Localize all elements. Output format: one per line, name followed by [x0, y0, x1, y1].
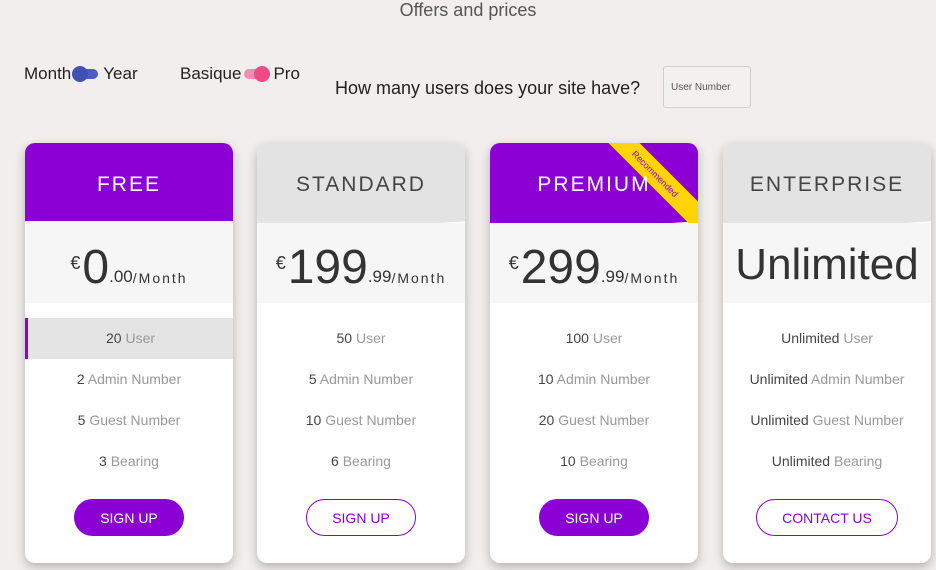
feature-label: Admin Number [87, 371, 182, 387]
price-decimal: .99 [600, 267, 625, 286]
price-period: /Month [132, 270, 188, 286]
feature-bearing: Unlimited Bearing [723, 441, 931, 482]
feature-label: Bearing [110, 453, 159, 469]
switch-knob[interactable] [254, 66, 271, 82]
feature-value: Unlimited [771, 453, 831, 469]
feature-label: Guest Number [89, 412, 181, 428]
sign-up-button[interactable]: SIGN UP [306, 499, 416, 536]
switch-knob[interactable] [72, 66, 89, 82]
currency-symbol: € [275, 253, 286, 273]
feature-label: Guest Number [812, 412, 904, 428]
plan-card-standard: STANDARD € 199 .99 /Month 50 User 5 Admi… [257, 143, 465, 563]
price-period: /Month [391, 270, 447, 286]
price-integer: 0 [82, 241, 110, 294]
page-title: Offers and prices [399, 0, 537, 20]
feature-value: 10 [537, 371, 554, 387]
price-decimal: .99 [367, 267, 392, 286]
plan-type-switch[interactable] [242, 64, 272, 84]
feature-label: Guest Number [558, 412, 650, 428]
billing-year-label: Year [103, 64, 138, 83]
feature-label: User [355, 330, 386, 346]
feature-label: Admin Number [556, 371, 651, 387]
feature-guests: 10 Guest Number [257, 400, 465, 441]
feature-label: User [125, 330, 156, 346]
feature-guests: 20 Guest Number [490, 400, 698, 441]
feature-admins: 5 Admin Number [257, 359, 465, 400]
price-integer: 199 [287, 241, 368, 294]
price: Unlimited [723, 235, 931, 295]
feature-users: 20 User [25, 318, 233, 359]
feature-bearing: 10 Bearing [490, 441, 698, 482]
plan-name: STANDARD [296, 173, 426, 196]
plan-card-enterprise: ENTERPRISE Unlimited Unlimited User Unli… [723, 143, 931, 563]
feature-value: 100 [565, 330, 589, 346]
plan-card-premium: Recommended PREMIUM € 299 .99 /Month 100… [490, 143, 698, 563]
feature-guests: 5 Guest Number [25, 400, 233, 441]
plan-name: PREMIUM [537, 173, 651, 196]
feature-label: Bearing [833, 453, 883, 469]
plan-toggle-group: Basique Pro [180, 64, 300, 84]
feature-label: User [843, 330, 873, 346]
plan-basique-label: Basique [180, 64, 242, 83]
currency-symbol: € [508, 253, 519, 273]
feature-list: Unlimited User Unlimited Admin Number Un… [723, 318, 931, 482]
billing-toggle-group: Month Year [24, 64, 138, 84]
feature-label: User [592, 330, 623, 346]
currency-symbol: € [70, 253, 81, 273]
feature-value: 5 [77, 412, 86, 428]
feature-value: 50 [336, 330, 353, 346]
feature-value: 6 [331, 453, 339, 469]
price: € 299 .99 /Month [490, 235, 698, 295]
plan-pro-label: Pro [273, 64, 300, 83]
feature-admins: 10 Admin Number [490, 359, 698, 400]
feature-users: Unlimited User [723, 318, 931, 359]
feature-users: 100 User [490, 318, 698, 359]
feature-value: Unlimited [750, 412, 809, 428]
feature-list: 50 User 5 Admin Number 10 Guest Number 6… [257, 318, 465, 482]
feature-bearing: 6 Bearing [257, 441, 465, 482]
price: € 0 .00 /Month [25, 235, 233, 295]
sign-up-button[interactable]: SIGN UP [74, 499, 184, 536]
billing-period-switch[interactable] [72, 64, 102, 84]
plan-card-free: FREE € 0 .00 /Month 20 User 2 Admin Numb… [25, 143, 233, 563]
feature-label: Admin Number [319, 371, 414, 387]
billing-month-label: Month [24, 64, 72, 83]
feature-value: Unlimited [749, 371, 808, 387]
feature-value: 2 [76, 371, 85, 387]
user-number-input[interactable] [663, 66, 751, 108]
users-question: How many users does your site have? [335, 78, 641, 98]
plan-name: FREE [96, 173, 161, 196]
feature-list: 20 User 2 Admin Number 5 Guest Number 3 … [25, 318, 233, 482]
price-decimal: .00 [109, 267, 133, 286]
price-integer: 299 [520, 241, 601, 294]
feature-value: 10 [560, 453, 576, 469]
feature-guests: Unlimited Guest Number [723, 400, 931, 441]
feature-admins: 2 Admin Number [25, 359, 233, 400]
feature-label: Admin Number [811, 371, 905, 387]
feature-list: 100 User 10 Admin Number 20 Guest Number… [490, 318, 698, 482]
feature-value: 3 [99, 453, 107, 469]
feature-value: 20 [538, 412, 555, 428]
feature-users: 50 User [257, 318, 465, 359]
price-period: /Month [624, 270, 680, 286]
sign-up-button[interactable]: SIGN UP [539, 499, 649, 536]
price: € 199 .99 /Month [257, 235, 465, 295]
feature-value: Unlimited [781, 330, 840, 346]
feature-label: Guest Number [325, 412, 417, 428]
contact-us-button[interactable]: CONTACT US [756, 499, 898, 536]
feature-label: Bearing [579, 453, 628, 469]
feature-value: 5 [308, 371, 317, 387]
feature-value: 10 [305, 412, 322, 428]
feature-admins: Unlimited Admin Number [723, 359, 931, 400]
feature-value: 20 [105, 330, 122, 346]
feature-label: Bearing [342, 453, 391, 469]
feature-bearing: 3 Bearing [25, 441, 233, 482]
plan-name: ENTERPRISE [749, 173, 905, 196]
price-unlimited: Unlimited [735, 240, 919, 289]
